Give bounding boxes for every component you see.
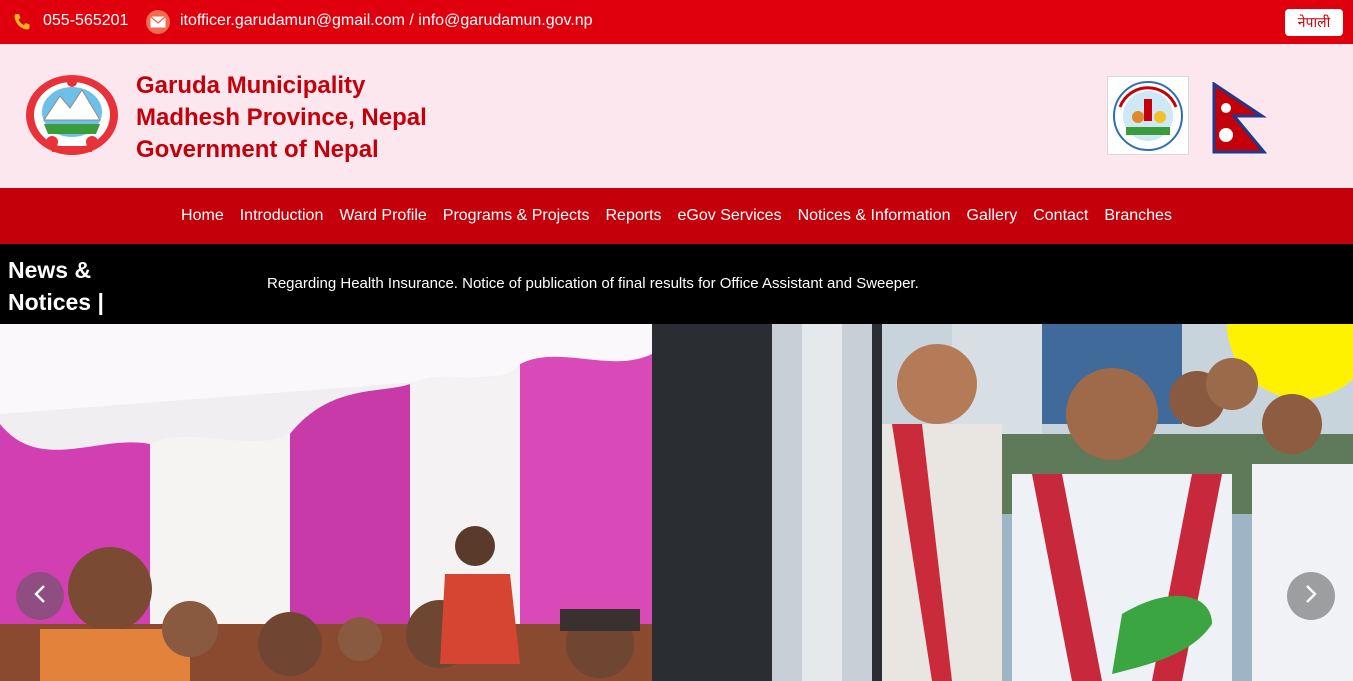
language-toggle-button[interactable]: नेपाली [1285, 9, 1343, 36]
nav-notices-information[interactable]: Notices & Information [798, 207, 951, 225]
nav-contact[interactable]: Contact [1033, 207, 1088, 225]
contact-bar: 055-565201 itofficer.garudamun@gmail.com… [0, 0, 1353, 44]
ticker-title-line1: News & [8, 257, 92, 283]
email-addresses[interactable]: itofficer.garudamun@gmail.com / info@gar… [180, 12, 593, 30]
municipality-name: Garuda Municipality [136, 72, 366, 99]
municipality-logo [1107, 76, 1189, 155]
slide-photo-inauguration [652, 324, 1353, 681]
slider-prev-button[interactable] [16, 572, 64, 620]
province-name: Madhesh Province, Nepal [136, 104, 427, 131]
ticker-title-line2: Notices | [8, 289, 104, 315]
chevron-right-icon [1304, 584, 1318, 609]
slide-photo-meeting [0, 324, 652, 681]
phone-icon [12, 12, 32, 32]
main-navigation: Home Introduction Ward Profile Programs … [0, 188, 1353, 244]
nav-branches[interactable]: Branches [1104, 207, 1172, 225]
slider-next-button[interactable] [1287, 572, 1335, 620]
nav-introduction[interactable]: Introduction [240, 207, 324, 225]
nepal-emblem-logo[interactable] [22, 72, 122, 158]
nav-reports[interactable]: Reports [606, 207, 662, 225]
nav-ward-profile[interactable]: Ward Profile [339, 207, 426, 225]
nav-gallery[interactable]: Gallery [967, 207, 1018, 225]
site-header: Garuda Municipality Madhesh Province, Ne… [0, 44, 1353, 188]
nepal-flag [1212, 81, 1268, 154]
news-ticker: News & Notices | Regarding Health Insura… [0, 244, 1353, 324]
photo-slider [0, 324, 1353, 681]
nav-programs-projects[interactable]: Programs & Projects [443, 207, 590, 225]
chevron-left-icon [33, 584, 47, 609]
phone-number[interactable]: 055-565201 [43, 12, 128, 30]
ticker-title: News & Notices | [8, 254, 138, 318]
nav-home[interactable]: Home [181, 207, 224, 225]
organization-name: Garuda Municipality Madhesh Province, Ne… [136, 70, 427, 166]
nav-egov-services[interactable]: eGov Services [678, 207, 782, 225]
government-name: Government of Nepal [136, 136, 379, 163]
ticker-headline[interactable]: Regarding Health Insurance. Notice of pu… [267, 275, 919, 292]
mail-icon [146, 10, 170, 34]
